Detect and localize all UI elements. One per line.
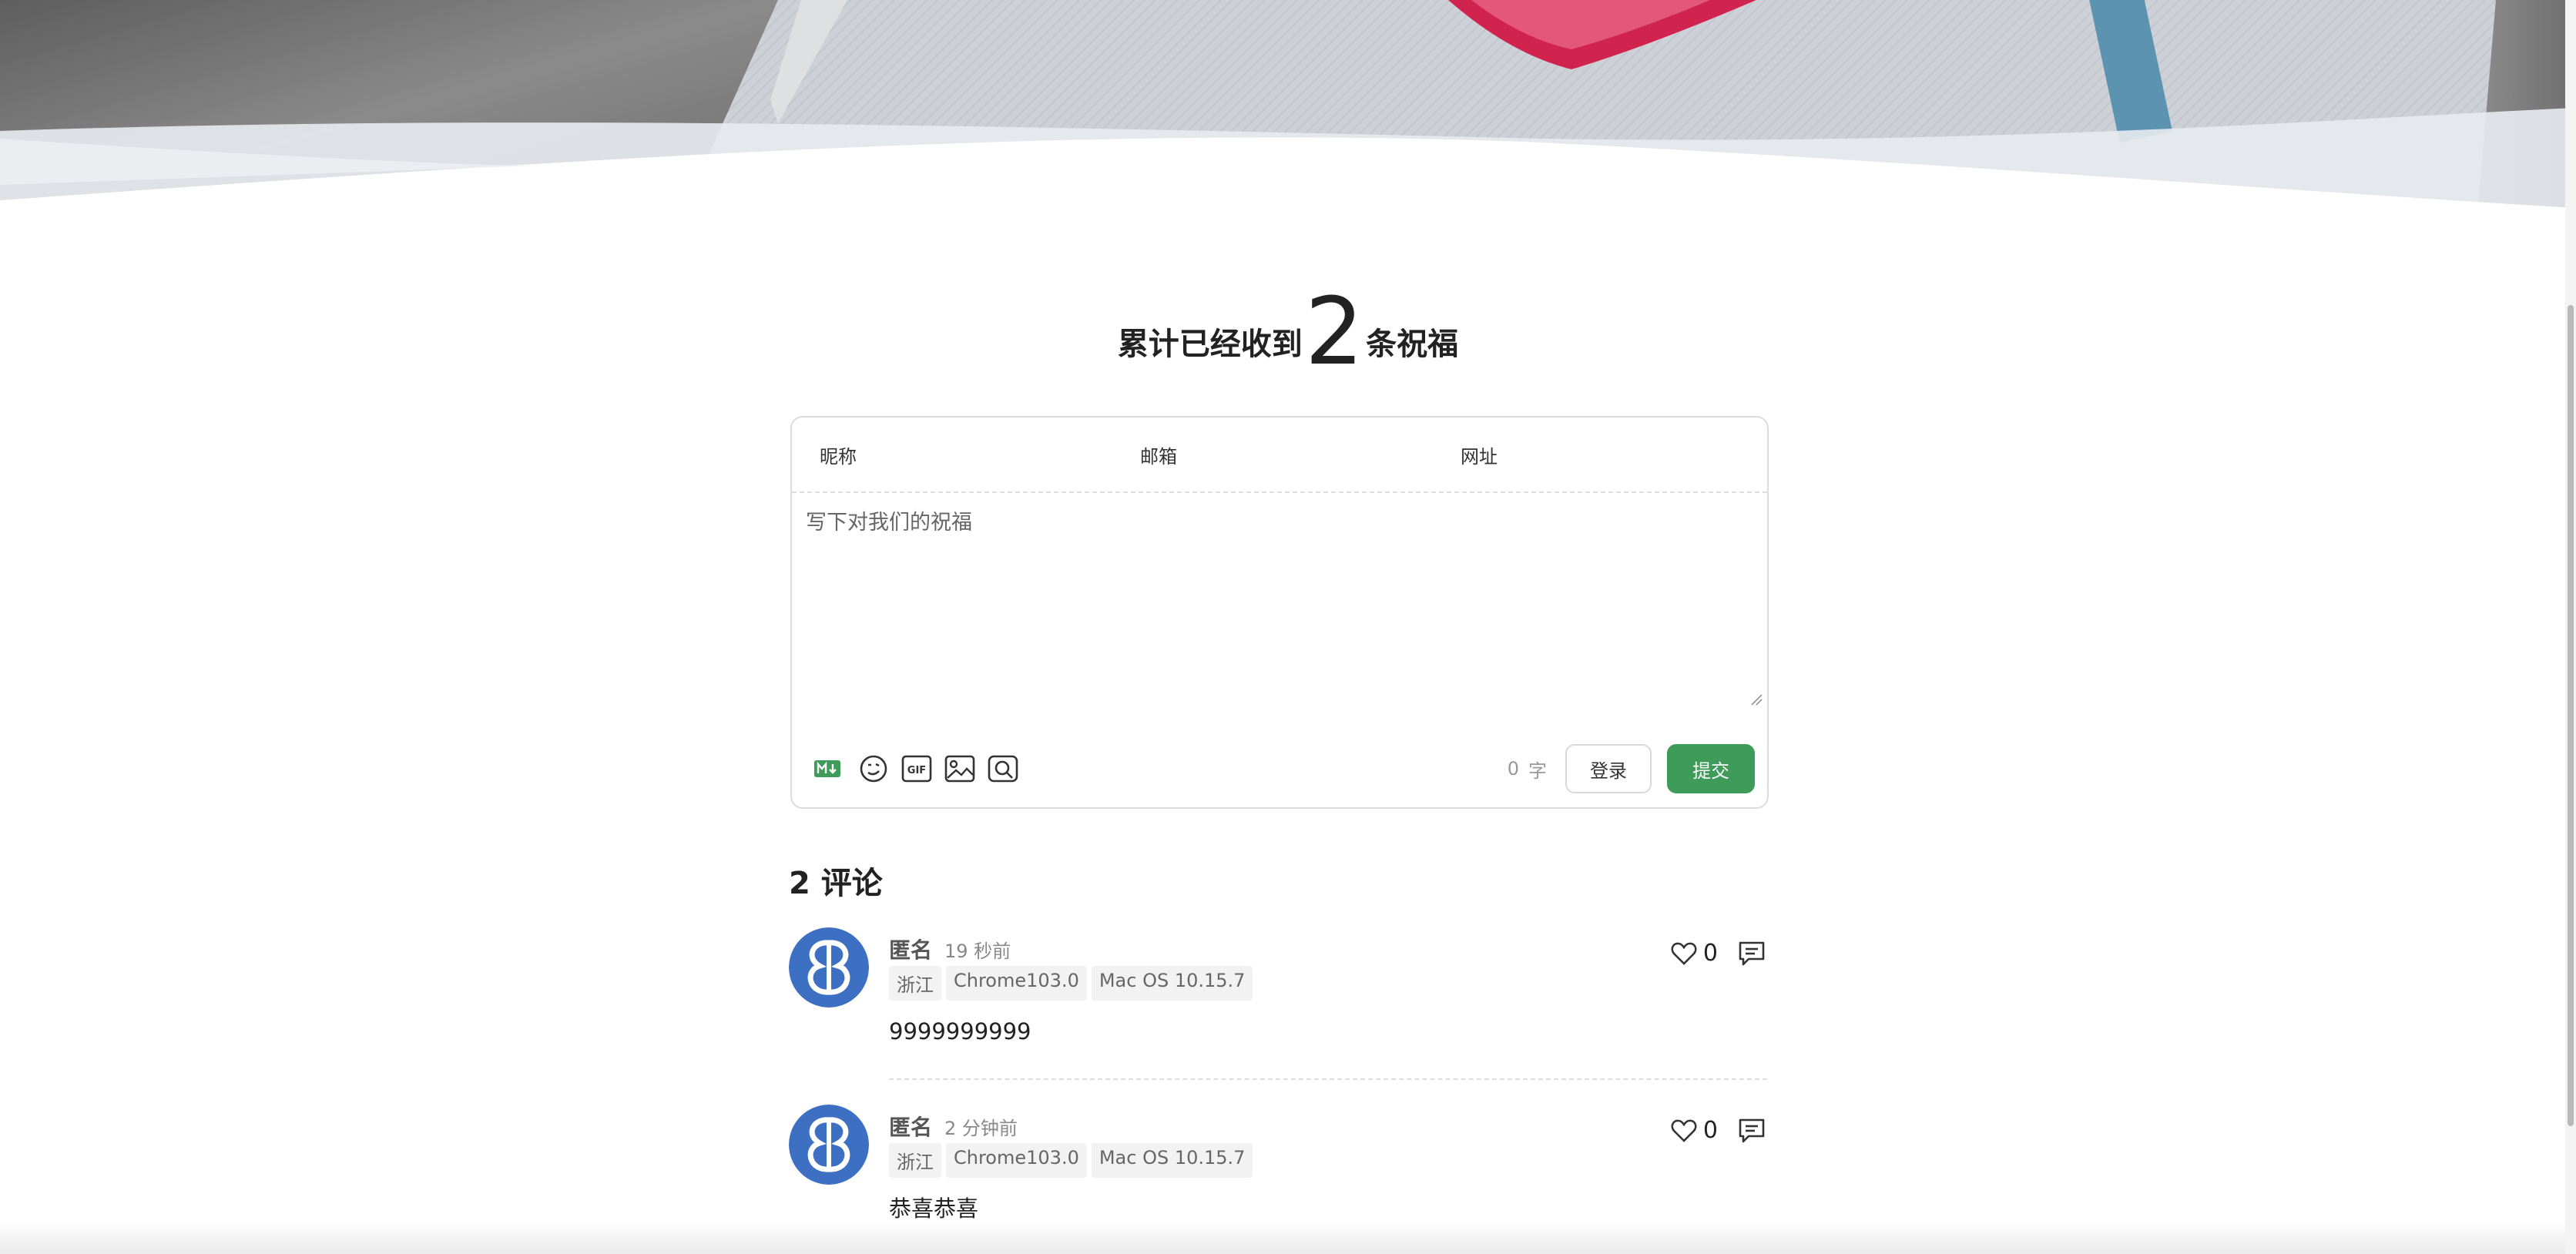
- title-suffix: 条祝福: [1366, 327, 1459, 362]
- nick-input[interactable]: [864, 443, 1068, 466]
- page-scrollbar[interactable]: [2565, 0, 2576, 1254]
- comment-actions: 0: [1671, 940, 1766, 967]
- word-count-value: 0: [1507, 758, 1519, 780]
- location-tag: 浙江: [889, 966, 941, 1001]
- comment-textarea[interactable]: [806, 505, 1761, 707]
- comment-item: 匿名 19 秒前 浙江 Chrome103.0 Mac OS 10.15.7 9…: [789, 927, 1766, 1044]
- word-count-unit: 字: [1528, 759, 1547, 782]
- title-prefix: 累计已经收到: [1117, 327, 1303, 362]
- mail-label: 邮箱: [1140, 445, 1177, 468]
- comment-content: 恭喜恭喜: [889, 1195, 979, 1222]
- comment-nick: 匿名: [889, 937, 933, 963]
- gif-icon[interactable]: GIF: [900, 741, 934, 796]
- comment-time: 2 分钟前: [944, 1118, 1018, 1139]
- mail-input[interactable]: [1185, 443, 1388, 466]
- meta-fields: 昵称 邮箱 网址: [792, 417, 1767, 493]
- comments-count: 2 评论: [789, 866, 883, 901]
- comment-content: 9999999999: [889, 1018, 1031, 1044]
- preview-icon[interactable]: [986, 741, 1020, 796]
- comment-time: 19 秒前: [944, 940, 1011, 962]
- word-count: 0 字: [1508, 741, 1547, 796]
- link-field[interactable]: 网址: [1461, 417, 1709, 491]
- bottom-shadow: [0, 1220, 2565, 1254]
- page-title: 累计已经收到2条祝福: [790, 287, 1786, 379]
- heart-icon: [1671, 1119, 1697, 1142]
- nick-field[interactable]: 昵称: [820, 417, 1068, 491]
- reply-icon: [1739, 1118, 1765, 1142]
- like-button[interactable]: 0: [1671, 940, 1718, 967]
- os-tag: Mac OS 10.15.7: [1091, 966, 1253, 1001]
- comment-meta-tags: 浙江 Chrome103.0 Mac OS 10.15.7: [889, 966, 1257, 1001]
- hero-banner: [0, 0, 2576, 223]
- comment-actions: 0: [1671, 1117, 1766, 1144]
- resize-grip-icon[interactable]: [1750, 693, 1763, 706]
- link-input[interactable]: [1505, 443, 1709, 466]
- avatar[interactable]: [789, 1105, 869, 1185]
- submit-button[interactable]: 提交: [1667, 744, 1755, 793]
- emoji-icon[interactable]: [857, 741, 891, 796]
- comment-form: 昵称 邮箱 网址 写下对我们的祝福 GIF 0 字 登录 提交: [790, 416, 1769, 809]
- like-button[interactable]: 0: [1671, 1117, 1718, 1144]
- image-icon[interactable]: [943, 741, 977, 796]
- reply-button[interactable]: [1738, 940, 1766, 967]
- comment-header: 匿名 2 分钟前: [889, 1111, 1018, 1142]
- login-button[interactable]: 登录: [1565, 744, 1652, 793]
- like-count: 0: [1702, 940, 1718, 967]
- comment-item: 匿名 2 分钟前 浙江 Chrome103.0 Mac OS 10.15.7 恭…: [789, 1105, 1766, 1222]
- comment-nick: 匿名: [889, 1115, 933, 1140]
- os-tag: Mac OS 10.15.7: [1091, 1143, 1253, 1178]
- hero-image: [0, 0, 2576, 223]
- heart-icon: [1671, 942, 1697, 965]
- comment-header: 匿名 19 秒前: [889, 934, 1011, 964]
- nick-label: 昵称: [820, 445, 857, 468]
- browser-tag: Chrome103.0: [946, 966, 1087, 1001]
- svg-text:GIF: GIF: [907, 765, 926, 776]
- like-count: 0: [1702, 1117, 1718, 1144]
- comment-meta-tags: 浙江 Chrome103.0 Mac OS 10.15.7: [889, 1143, 1257, 1178]
- link-label: 网址: [1461, 445, 1498, 468]
- avatar[interactable]: [789, 927, 869, 1008]
- blessing-count: 2: [1304, 279, 1364, 386]
- browser-tag: Chrome103.0: [946, 1143, 1087, 1178]
- location-tag: 浙江: [889, 1143, 941, 1178]
- editor[interactable]: [806, 505, 1761, 707]
- reply-icon: [1739, 941, 1765, 965]
- mail-field[interactable]: 邮箱: [1140, 417, 1388, 491]
- reply-button[interactable]: [1738, 1118, 1766, 1144]
- scrollbar-thumb[interactable]: [2568, 305, 2574, 1126]
- comment-divider: [889, 1078, 1767, 1080]
- markdown-icon[interactable]: [812, 741, 843, 796]
